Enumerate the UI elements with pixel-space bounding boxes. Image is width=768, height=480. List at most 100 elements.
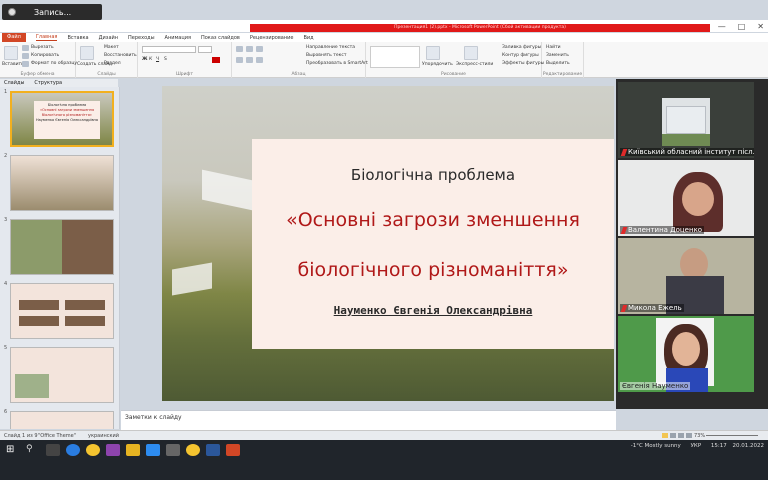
slide-author[interactable]: Науменко Євгенія Олександрівна: [252, 304, 614, 317]
shape-effects-button[interactable]: Эффекты фигуры: [502, 61, 544, 66]
italic-icon[interactable]: К: [149, 57, 152, 62]
bold-icon[interactable]: Ж: [142, 57, 148, 62]
tab-slideshow[interactable]: Показ слайдов: [201, 35, 240, 41]
language-indicator[interactable]: украинский: [88, 433, 119, 439]
tab-transitions[interactable]: Переходы: [128, 35, 155, 41]
arrange-icon[interactable]: [426, 46, 440, 60]
participant-name: Микола Ежель: [620, 304, 684, 312]
slide-canvas[interactable]: Біологічна проблема «Основні загрози зме…: [162, 86, 614, 401]
powerpoint-icon[interactable]: [226, 444, 240, 456]
thumbnail-number: 5: [4, 345, 8, 351]
slide-thumbnail[interactable]: [10, 155, 114, 211]
indent-icon[interactable]: [256, 46, 263, 52]
tab-design[interactable]: Дизайн: [99, 35, 118, 41]
quick-styles-icon[interactable]: [464, 46, 478, 60]
slide-subtitle[interactable]: Біологічна проблема: [252, 166, 614, 184]
underline-icon[interactable]: Ч: [156, 57, 159, 62]
cut-button[interactable]: Вырезать: [31, 45, 54, 50]
align-right-icon[interactable]: [256, 57, 263, 63]
copy-button[interactable]: Копировать: [31, 53, 59, 58]
tab-review[interactable]: Рецензирование: [250, 35, 294, 41]
minimize-icon[interactable]: —: [718, 22, 726, 31]
zoom-app-icon[interactable]: [146, 444, 160, 456]
viber-icon[interactable]: [106, 444, 120, 456]
thumbnail-row[interactable]: 4: [2, 281, 116, 341]
section-button[interactable]: Раздел: [104, 61, 121, 66]
shape-outline-button[interactable]: Контур фигуры: [502, 53, 539, 58]
slideshow-icon[interactable]: [686, 433, 692, 438]
thumbnail-row[interactable]: 2: [2, 153, 116, 213]
notes-pane[interactable]: Заметки к слайду: [121, 410, 616, 430]
font-size-select[interactable]: [198, 46, 212, 53]
layout-button[interactable]: Макет: [104, 45, 119, 50]
tab-outline[interactable]: Структура: [34, 79, 62, 87]
bullets-icon[interactable]: [236, 46, 243, 52]
slide-title-line2[interactable]: біологічного різноманіття»: [252, 259, 614, 281]
font-color-icon[interactable]: [212, 57, 220, 63]
explorer-icon[interactable]: [126, 444, 140, 456]
browser-icon[interactable]: [186, 444, 200, 456]
slide-thumbnail[interactable]: Біологічна проблема «Основні загрози зме…: [10, 91, 114, 147]
thumbnail-row[interactable]: 1 Біологічна проблема «Основні загрози з…: [2, 89, 116, 149]
slide-thumbnails-panel[interactable]: 1 Біологічна проблема «Основні загрози з…: [0, 87, 120, 429]
close-icon[interactable]: ✕: [757, 22, 764, 31]
video-tile[interactable]: Київський обласний інститут післ...: [618, 82, 754, 158]
video-tile[interactable]: Микола Ежель: [618, 238, 754, 314]
zoom-slider[interactable]: [706, 435, 758, 436]
sorter-view-icon[interactable]: [670, 433, 676, 438]
text-direction-button[interactable]: Направление текста: [306, 45, 355, 50]
tab-view[interactable]: Вид: [303, 35, 313, 41]
replace-button[interactable]: Заменить: [546, 53, 569, 58]
slide-thumbnail[interactable]: [10, 347, 114, 403]
word-icon[interactable]: [206, 444, 220, 456]
strikethrough-icon[interactable]: S: [164, 57, 167, 62]
recording-widget[interactable]: Запись...: [2, 4, 102, 20]
tab-slides[interactable]: Слайды: [4, 79, 24, 87]
weather-widget[interactable]: -1°C Mostly sunny: [631, 443, 681, 449]
paste-icon[interactable]: [4, 46, 18, 60]
clock-date[interactable]: 20.01.2022: [733, 443, 765, 449]
thumbnail-row[interactable]: 3: [2, 217, 116, 277]
slide-thumbnail[interactable]: [10, 411, 114, 429]
quick-styles-button[interactable]: Экспресс-стили: [456, 62, 493, 67]
search-icon[interactable]: ⚲: [26, 444, 40, 456]
clock-time[interactable]: 15:17: [711, 443, 727, 449]
tab-home[interactable]: Главная: [35, 34, 58, 41]
arrange-button[interactable]: Упорядочить: [422, 62, 453, 67]
tab-insert[interactable]: Вставка: [67, 35, 88, 41]
edge-icon[interactable]: [66, 444, 80, 456]
status-bar: Слайд 1 из 9 "Office Theme" украинский 7…: [0, 430, 768, 440]
slide-thumbnail[interactable]: [10, 219, 114, 275]
format-painter-button[interactable]: Формат по образцу: [31, 61, 77, 66]
video-tile[interactable]: Валентина Доценко: [618, 160, 754, 236]
task-view-icon[interactable]: [46, 444, 60, 456]
chrome-icon[interactable]: [86, 444, 100, 456]
tab-animation[interactable]: Анимация: [165, 35, 191, 41]
thumbnail-row[interactable]: 5: [2, 345, 116, 405]
normal-view-icon[interactable]: [662, 433, 668, 438]
slide-title-line1[interactable]: «Основні загрози зменшення: [252, 209, 614, 231]
camera-icon[interactable]: [166, 444, 180, 456]
reset-button[interactable]: Восстановить: [104, 53, 137, 58]
numbering-icon[interactable]: [246, 46, 253, 52]
file-tab[interactable]: Файл: [2, 33, 26, 42]
thumbnail-row[interactable]: 6: [2, 409, 116, 429]
windows-start-icon[interactable]: ⊞: [6, 444, 20, 456]
shape-fill-button[interactable]: Заливка фигуры: [502, 45, 541, 50]
smartart-button[interactable]: Преобразовать в SmartArt: [306, 61, 368, 66]
shapes-gallery[interactable]: [370, 46, 420, 68]
maximize-icon[interactable]: □: [738, 22, 746, 31]
align-left-icon[interactable]: [236, 57, 243, 63]
slide-thumbnail[interactable]: [10, 283, 114, 339]
align-center-icon[interactable]: [246, 57, 253, 63]
video-tile[interactable]: Євгенія Науменко: [618, 316, 754, 392]
align-text-button[interactable]: Выровнять текст: [306, 53, 346, 58]
title-card[interactable]: Біологічна проблема «Основні загрози зме…: [252, 139, 614, 349]
new-slide-icon[interactable]: [80, 46, 94, 60]
language-indicator[interactable]: УКР: [691, 443, 702, 449]
find-button[interactable]: Найти: [546, 45, 561, 50]
font-family-select[interactable]: [142, 46, 196, 53]
paste-button[interactable]: Вставить: [2, 62, 24, 67]
reading-view-icon[interactable]: [678, 433, 684, 438]
select-button[interactable]: Выделить: [546, 61, 570, 66]
